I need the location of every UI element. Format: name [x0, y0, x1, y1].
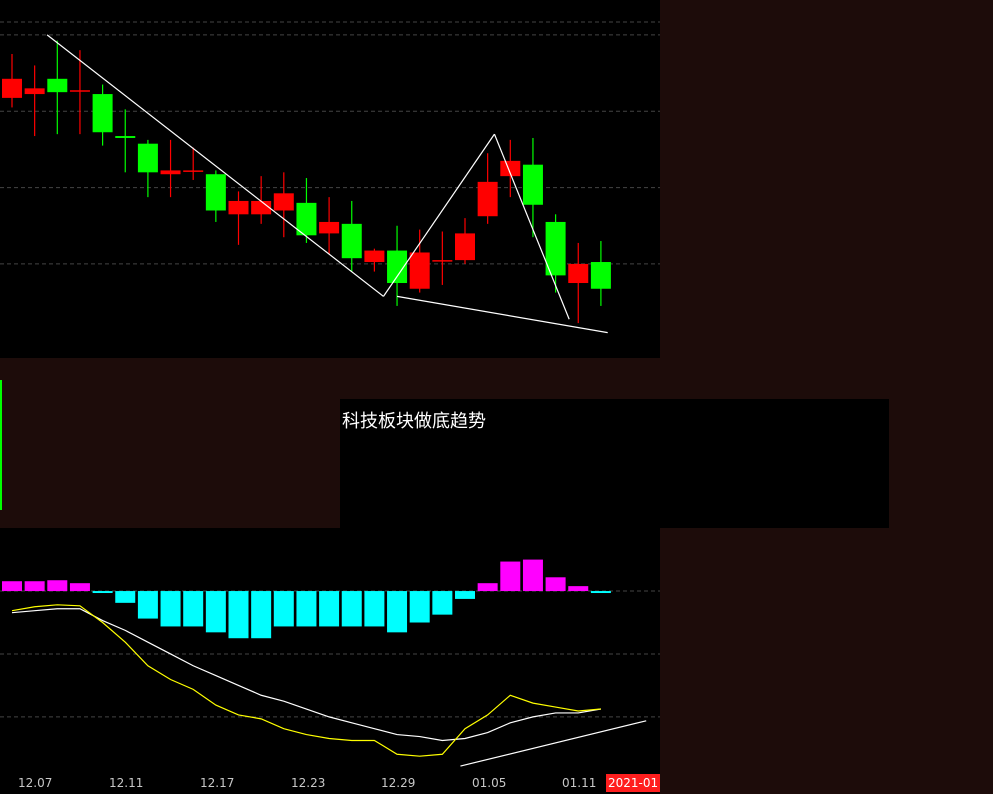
macd-bar	[387, 591, 408, 633]
macd-bar	[160, 591, 181, 627]
kline-chart-panel[interactable]	[0, 0, 660, 358]
macd-bar	[500, 561, 521, 592]
macd-bar	[409, 591, 430, 623]
candle-body	[251, 200, 272, 215]
macd-bar	[69, 583, 90, 592]
annotation-text: 科技板块做底趋势	[342, 411, 486, 432]
date-label: 12.29	[381, 776, 416, 790]
candle-body	[273, 193, 294, 211]
macd-bar	[92, 591, 113, 594]
candle-body	[205, 174, 226, 211]
macd-bar	[432, 591, 453, 615]
date-label: 01.05	[472, 776, 507, 790]
macd-chart	[0, 559, 660, 767]
macd-bar	[251, 591, 272, 639]
candle-body	[409, 252, 430, 289]
macd-bar	[341, 591, 362, 627]
trend-line	[46, 34, 384, 297]
candle-body	[568, 263, 589, 284]
macd-bar	[205, 591, 226, 633]
candle-body	[2, 78, 22, 98]
macd-bar	[319, 591, 340, 627]
dea-line	[11, 608, 602, 742]
trend-line	[460, 720, 647, 767]
date-label: 12.11	[109, 776, 144, 790]
candle-body	[341, 223, 362, 259]
macd-bar	[364, 591, 385, 627]
candle-body	[160, 170, 181, 175]
annotation-box: 科技板块做底趋势	[340, 399, 889, 528]
macd-bar	[522, 559, 543, 592]
candle-body	[477, 181, 498, 217]
candle-body	[228, 200, 249, 215]
candle-body	[137, 143, 158, 173]
trend-line	[396, 295, 608, 334]
date-label: 12.23	[291, 776, 326, 790]
dif-line	[11, 604, 601, 757]
candle-body	[590, 262, 611, 289]
macd-bar	[568, 586, 589, 592]
macd-bar	[183, 591, 204, 627]
macd-bar	[137, 591, 158, 619]
left-edge-marker	[0, 380, 2, 510]
candle-body	[47, 78, 68, 93]
candle-body	[432, 260, 453, 262]
macd-bar	[47, 580, 68, 592]
date-label: 12.07	[18, 776, 53, 790]
current-date-badge: 2021-01	[606, 774, 660, 792]
candle-body	[364, 250, 385, 263]
macd-bar	[455, 591, 475, 599]
macd-chart-panel[interactable]	[0, 528, 660, 772]
macd-bar	[545, 577, 566, 592]
candle-body	[24, 88, 45, 95]
macd-bar	[477, 583, 498, 592]
macd-bar	[228, 591, 249, 639]
candle-body	[319, 221, 340, 234]
candle-body	[69, 90, 90, 92]
candle-body	[455, 233, 475, 261]
candle-body	[522, 164, 543, 205]
date-axis: 12.07 12.11 12.17 12.23 12.29 01.05 01.1…	[0, 772, 660, 794]
macd-bar	[115, 591, 136, 603]
candle-body	[115, 136, 136, 138]
date-label: 01.11	[562, 776, 597, 790]
candle-body	[183, 170, 204, 172]
macd-bar	[273, 591, 294, 627]
macd-bar	[296, 591, 317, 627]
macd-bar	[2, 581, 22, 592]
macd-bar	[24, 581, 45, 592]
kline-chart	[0, 21, 660, 334]
date-label: 12.17	[200, 776, 235, 790]
candle-body	[92, 94, 113, 133]
macd-bar	[590, 591, 611, 594]
